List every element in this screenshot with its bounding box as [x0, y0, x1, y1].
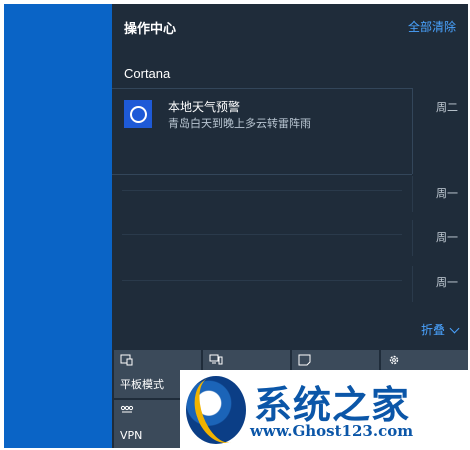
divider — [412, 266, 413, 302]
notification-day: 周二 — [436, 101, 458, 114]
watermark-logo: 系统之家 www.Ghost123.com — [180, 369, 470, 450]
divider — [122, 234, 402, 235]
watermark-name: 系统之家 — [254, 382, 411, 427]
watermark-url: www.Ghost123.com — [250, 422, 414, 440]
divider — [412, 88, 413, 174]
collapse-label: 折叠 — [420, 323, 445, 337]
collapse-button[interactable]: 折叠 — [420, 321, 460, 338]
settings-gear-icon — [389, 355, 399, 365]
notification-body: 青岛白天到晚上多云转雷阵雨 — [168, 117, 311, 130]
cortana-ring-icon — [124, 100, 152, 128]
tablet-mode-label: 平板模式 — [120, 378, 164, 391]
notification-day-older-2[interactable]: 周一 — [436, 229, 458, 245]
screen: 操作中心 全部清除 Cortana 本地天气预警 青岛白天到晚上多云转雷阵雨 周… — [0, 0, 470, 450]
divider — [122, 190, 402, 191]
desktop-background — [4, 4, 112, 448]
vpn-label: VPN — [120, 429, 143, 442]
notification-day-older-3[interactable]: 周一 — [436, 274, 458, 290]
notification-title: 本地天气预警 — [168, 100, 241, 114]
notification-weather-alert[interactable]: 本地天气预警 青岛白天到晚上多云转雷阵雨 周二 — [112, 88, 468, 150]
divider — [122, 280, 402, 281]
tablet-mode-icon — [120, 354, 133, 366]
divider — [112, 174, 412, 175]
divider — [412, 220, 413, 256]
vpn-icon — [120, 405, 134, 413]
divider — [412, 176, 413, 212]
action-center-title: 操作中心 — [124, 22, 177, 37]
chevron-down-icon — [449, 323, 460, 333]
clear-all-link[interactable]: 全部清除 — [408, 18, 456, 35]
swoosh-logo-icon — [185, 369, 255, 450]
notification-day-older-1[interactable]: 周一 — [436, 185, 458, 201]
notification-group-cortana: Cortana — [124, 66, 171, 81]
note-icon — [298, 354, 311, 366]
connect-icon — [209, 354, 223, 365]
